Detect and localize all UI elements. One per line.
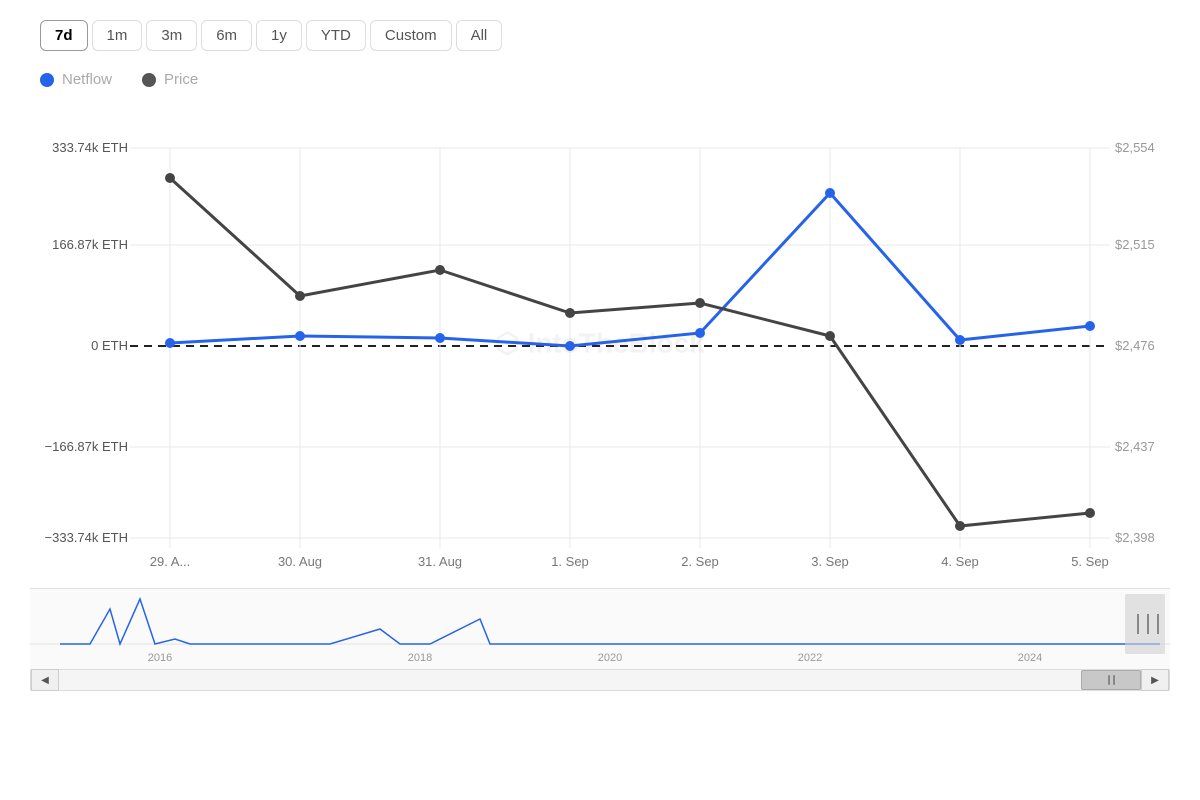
svg-text:2022: 2022 — [798, 652, 822, 664]
price-point-7 — [1085, 508, 1095, 518]
price-point-4 — [695, 298, 705, 308]
svg-text:$2,554: $2,554 — [1115, 140, 1155, 155]
svg-text:4. Sep: 4. Sep — [941, 554, 979, 569]
svg-text:$2,398: $2,398 — [1115, 530, 1155, 545]
svg-text:29. A...: 29. A... — [150, 554, 190, 569]
netflow-point-4 — [695, 328, 705, 338]
svg-text:2016: 2016 — [148, 652, 172, 664]
scroll-thumb[interactable] — [1081, 670, 1141, 690]
svg-text:333.74k ETH: 333.74k ETH — [52, 140, 128, 155]
price-point-3 — [565, 308, 575, 318]
scroll-right-btn[interactable]: ▶ — [1141, 669, 1169, 691]
svg-text:3. Sep: 3. Sep — [811, 554, 849, 569]
svg-text:5. Sep: 5. Sep — [1071, 554, 1109, 569]
mini-chart-svg: 2016 2018 2020 2022 2024 — [30, 589, 1170, 669]
main-chart-svg: 333.74k ETH 166.87k ETH 0 ETH −166.87k E… — [30, 98, 1170, 588]
price-point-1 — [295, 291, 305, 301]
svg-text:$2,476: $2,476 — [1115, 338, 1155, 353]
netflow-label: Netflow — [62, 71, 112, 88]
netflow-dot — [40, 73, 54, 87]
svg-text:30. Aug: 30. Aug — [278, 554, 322, 569]
mini-chart-wrapper: 2016 2018 2020 2022 2024 ◀ — [30, 588, 1170, 688]
legend-price: Price — [142, 71, 198, 88]
grip-line-1 — [1108, 675, 1110, 685]
scrollbar[interactable]: ◀ ▶ — [30, 669, 1170, 691]
btn-1m[interactable]: 1m — [92, 20, 143, 51]
price-dot — [142, 73, 156, 87]
svg-text:1. Sep: 1. Sep — [551, 554, 589, 569]
svg-text:−166.87k ETH: −166.87k ETH — [45, 439, 128, 454]
btn-custom[interactable]: Custom — [370, 20, 452, 51]
netflow-point-7 — [1085, 321, 1095, 331]
grip-line-2 — [1113, 675, 1115, 685]
btn-all[interactable]: All — [456, 20, 503, 51]
price-point-5 — [825, 331, 835, 341]
svg-text:$2,437: $2,437 — [1115, 439, 1155, 454]
price-point-2 — [435, 265, 445, 275]
scroll-thumb-grip — [1108, 675, 1115, 685]
netflow-point-2 — [435, 333, 445, 343]
svg-text:−333.74k ETH: −333.74k ETH — [45, 530, 128, 545]
svg-text:2020: 2020 — [598, 652, 622, 664]
netflow-point-6 — [955, 335, 965, 345]
main-container: 7d 1m 3m 6m 1y YTD Custom All Netflow Pr… — [0, 0, 1200, 800]
svg-text:2018: 2018 — [408, 652, 432, 664]
btn-7d[interactable]: 7d — [40, 20, 88, 51]
price-point-6 — [955, 521, 965, 531]
svg-text:0 ETH: 0 ETH — [91, 338, 128, 353]
btn-1y[interactable]: 1y — [256, 20, 302, 51]
netflow-point-1 — [295, 331, 305, 341]
svg-text:166.87k ETH: 166.87k ETH — [52, 237, 128, 252]
netflow-point-3 — [565, 341, 575, 351]
svg-text:2. Sep: 2. Sep — [681, 554, 719, 569]
svg-text:$2,515: $2,515 — [1115, 237, 1155, 252]
svg-text:2024: 2024 — [1018, 652, 1042, 664]
btn-3m[interactable]: 3m — [146, 20, 197, 51]
netflow-line — [170, 193, 1090, 346]
main-chart-wrapper: ⬡ IntoTheBlock 333.74k ETH 166.87k ETH 0… — [30, 98, 1170, 588]
time-range-bar: 7d 1m 3m 6m 1y YTD Custom All — [30, 20, 1170, 51]
netflow-point-0 — [165, 338, 175, 348]
legend-netflow: Netflow — [40, 71, 112, 88]
btn-6m[interactable]: 6m — [201, 20, 252, 51]
chart-legend: Netflow Price — [30, 71, 1170, 88]
price-point-0 — [165, 173, 175, 183]
scroll-track — [59, 670, 1141, 690]
price-label: Price — [164, 71, 198, 88]
scroll-left-btn[interactable]: ◀ — [31, 669, 59, 691]
svg-text:31. Aug: 31. Aug — [418, 554, 462, 569]
price-line — [170, 178, 1090, 526]
btn-ytd[interactable]: YTD — [306, 20, 366, 51]
netflow-point-5 — [825, 188, 835, 198]
